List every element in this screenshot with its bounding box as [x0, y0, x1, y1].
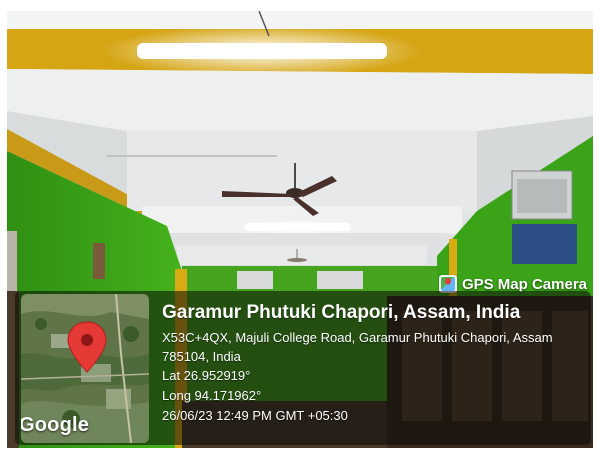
app-badge-label: GPS Map Camera: [461, 275, 587, 293]
location-address: X53C+4QX, Majuli College Road, Garamur P…: [162, 330, 553, 364]
datetime: 26/06/23 12:49 PM GMT +05:30: [162, 408, 348, 423]
location-info: Garamur Phutuki Chapori, Assam, India X5…: [162, 301, 587, 426]
google-logo: Google: [21, 414, 90, 436]
location-title: Garamur Phutuki Chapori, Assam, India: [162, 302, 521, 323]
map-thumbnail: Google: [21, 294, 149, 443]
photo: GPS Map Camera Google Garamur Phutuki Ch…: [7, 11, 593, 448]
latitude: Lat 26.952919°: [162, 368, 251, 383]
longitude: Long 94.171962°: [162, 388, 262, 403]
